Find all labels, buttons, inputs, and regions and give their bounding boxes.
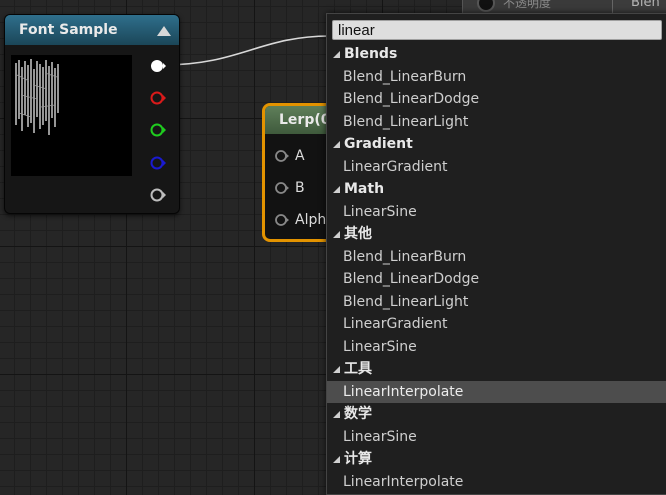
menu-category[interactable]: Math xyxy=(327,178,666,201)
blue-output-pin-icon[interactable] xyxy=(150,155,166,171)
category-label: Blends xyxy=(344,46,398,62)
font-texture-preview xyxy=(11,55,132,176)
input-b-label: B xyxy=(295,180,305,196)
input-a-label: A xyxy=(295,148,305,164)
menu-category[interactable]: 计算 xyxy=(327,448,666,471)
input-a-pin-icon[interactable] xyxy=(275,149,289,163)
red-output-pin-icon[interactable] xyxy=(150,90,166,106)
blend-tab-label: Blen xyxy=(631,0,660,10)
menu-item[interactable]: LinearSine xyxy=(327,336,666,359)
node-header[interactable]: Font Sample xyxy=(5,15,179,45)
font-sample-node[interactable]: Font Sample xyxy=(4,14,180,214)
expand-arrow-icon[interactable] xyxy=(333,456,340,463)
node-search-menu[interactable]: BlendsBlend_LinearBurnBlend_LinearDodgeB… xyxy=(326,13,666,495)
menu-item[interactable]: Blend_LinearLight xyxy=(327,111,666,134)
lerp-input-b[interactable]: B xyxy=(275,180,305,200)
menu-category[interactable]: Blends xyxy=(327,43,666,66)
lerp-node-title: Lerp(0 xyxy=(279,112,331,128)
menu-item[interactable]: LinearGradient xyxy=(327,313,666,336)
input-b-pin-icon[interactable] xyxy=(275,181,289,195)
opacity-label: 不透明度 xyxy=(503,0,552,10)
collapse-arrow-icon[interactable] xyxy=(157,26,171,36)
menu-item[interactable]: LinearInterpolate xyxy=(327,380,666,403)
menu-item[interactable]: LinearInterpolate xyxy=(327,471,666,494)
category-label: 其他 xyxy=(344,226,372,242)
category-label: 数学 xyxy=(344,406,372,422)
search-input[interactable] xyxy=(332,20,662,40)
menu-item[interactable]: Blend_LinearLight xyxy=(327,291,666,314)
expand-arrow-icon[interactable] xyxy=(333,141,340,148)
node-title: Font Sample xyxy=(19,22,118,38)
green-output-pin-icon[interactable] xyxy=(150,122,166,138)
menu-category[interactable]: 其他 xyxy=(327,223,666,246)
expand-arrow-icon[interactable] xyxy=(333,231,340,238)
expand-arrow-icon[interactable] xyxy=(333,186,340,193)
menu-item[interactable]: Blend_LinearDodge xyxy=(327,268,666,291)
menu-item[interactable]: LinearGradient xyxy=(327,156,666,179)
rgba-output-pin-icon[interactable] xyxy=(150,58,166,74)
menu-item[interactable]: Blend_LinearBurn xyxy=(327,66,666,89)
category-label: 计算 xyxy=(344,451,372,467)
alpha-output-pin-icon[interactable] xyxy=(150,187,166,203)
opacity-pin-icon[interactable] xyxy=(477,0,495,12)
expand-arrow-icon[interactable] xyxy=(333,366,340,373)
menu-category[interactable]: 数学 xyxy=(327,403,666,426)
expand-arrow-icon[interactable] xyxy=(333,411,340,418)
expand-arrow-icon[interactable] xyxy=(333,51,340,58)
menu-item[interactable]: LinearSine xyxy=(327,426,666,449)
menu-category[interactable]: Gradient xyxy=(327,133,666,156)
menu-item[interactable]: Blend_LinearBurn xyxy=(327,246,666,269)
search-results-list[interactable]: Blends Blend_LinearBurn Blend_LinearDodge B… xyxy=(327,43,666,493)
lerp-input-a[interactable]: A xyxy=(275,148,305,168)
menu-category[interactable]: 工具 xyxy=(327,358,666,381)
menu-item[interactable]: LinearSine xyxy=(327,201,666,224)
category-label: 工具 xyxy=(344,361,372,377)
menu-item[interactable]: Blend_LinearDodge xyxy=(327,88,666,111)
category-label: Math xyxy=(344,181,385,197)
input-alpha-pin-icon[interactable] xyxy=(275,213,289,227)
category-label: Gradient xyxy=(344,136,413,152)
